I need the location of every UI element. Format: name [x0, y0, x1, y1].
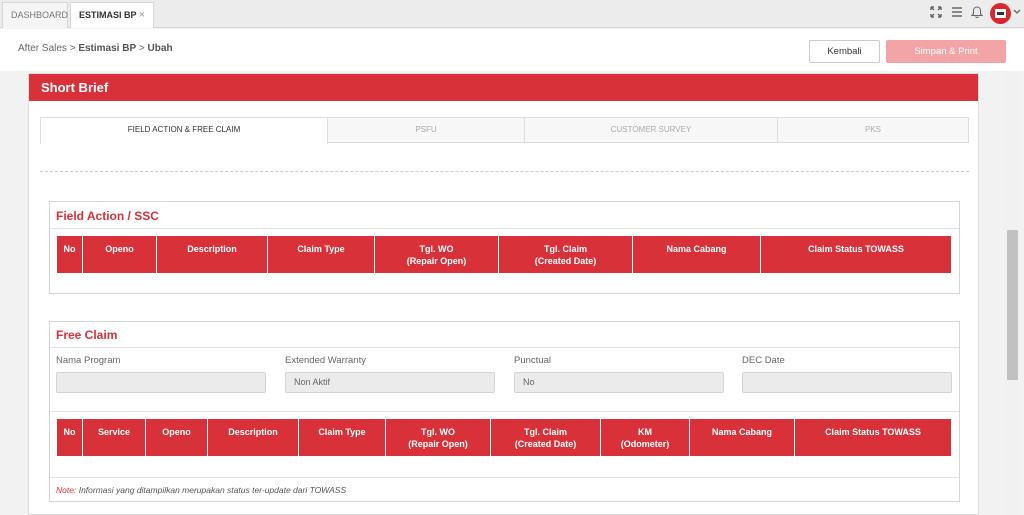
- tab-estimasi-bp-label: ESTIMASI BP: [79, 10, 137, 20]
- col-openo[interactable]: Openo: [145, 418, 208, 457]
- tab-dashboard-label: DASHBOARD: [11, 10, 69, 20]
- tab-underline: [327, 142, 967, 143]
- col-nama-cabang[interactable]: Nama Cabang: [632, 235, 761, 274]
- panel-title: Short Brief: [29, 74, 978, 101]
- col-no[interactable]: No: [56, 235, 83, 274]
- free-claim-title: Free Claim: [56, 328, 118, 342]
- note-label: Note:: [56, 485, 77, 495]
- col-tgl-claim-label: Tgl. Claim: [523, 427, 567, 437]
- nama-program-field[interactable]: [56, 372, 266, 393]
- scrollbar-thumb[interactable]: [1007, 230, 1018, 380]
- tab-field-action-free-claim[interactable]: FIELD ACTION & FREE CLAIM: [40, 117, 328, 144]
- col-description[interactable]: Description: [207, 418, 299, 457]
- section-divider: [50, 347, 959, 348]
- col-tgl-claim-label: Tgl. Claim: [543, 244, 587, 254]
- avatar-icon[interactable]: [990, 3, 1011, 24]
- col-tgl-wo[interactable]: Tgl. WO (Repair Open): [374, 235, 499, 274]
- col-tgl-wo-label: Tgl. WO: [421, 427, 455, 437]
- col-nama-cabang[interactable]: Nama Cabang: [689, 418, 795, 457]
- col-tgl-wo-sub: (Repair Open): [406, 256, 467, 266]
- chevron-down-icon[interactable]: [1013, 7, 1021, 17]
- section-divider: [50, 411, 959, 412]
- inner-tabs: FIELD ACTION & FREE CLAIM PSFU CUSTOMER …: [40, 117, 969, 144]
- col-description[interactable]: Description: [156, 235, 268, 274]
- breadcrumb: After Sales > Estimasi BP > Ubah: [18, 43, 173, 54]
- section-divider: [50, 228, 959, 229]
- towass-note: Note: Informasi yang ditampilkan merupak…: [56, 485, 346, 495]
- breadcrumb-separator: >: [138, 43, 145, 54]
- bell-icon[interactable]: [970, 6, 984, 20]
- col-tgl-claim[interactable]: Tgl. Claim (Created Date): [498, 235, 633, 274]
- section-divider: [50, 477, 959, 478]
- field-action-table-header: No Openo Description Claim Type Tgl. WO (…: [56, 235, 952, 274]
- field-action-title: Field Action / SSC: [56, 209, 159, 223]
- col-tgl-wo-sub: (Repair Open): [408, 439, 468, 449]
- breadcrumb-estimasi-bp[interactable]: Estimasi BP: [78, 43, 136, 54]
- breadcrumb-after-sales[interactable]: After Sales: [18, 43, 67, 54]
- tab-psfu[interactable]: PSFU: [327, 117, 525, 143]
- col-tgl-wo-label: Tgl. WO: [419, 244, 454, 254]
- punctual-label: Punctual: [514, 355, 551, 366]
- note-text: Informasi yang ditampilkan merupakan sta…: [78, 485, 347, 495]
- tab-customer-survey[interactable]: CUSTOMER SURVEY: [524, 117, 778, 143]
- free-claim-table-header: No Service Openo Description Claim Type …: [56, 418, 952, 457]
- save-print-button[interactable]: Simpan & Print: [886, 40, 1006, 63]
- close-icon[interactable]: ×: [139, 3, 145, 27]
- back-button[interactable]: Kembali: [809, 40, 880, 63]
- col-km[interactable]: KM (Odometer): [600, 418, 690, 457]
- page-header: After Sales > Estimasi BP > Ubah Kembali…: [0, 29, 1024, 71]
- tab-estimasi-bp[interactable]: ESTIMASI BP ×: [70, 2, 154, 28]
- tab-dashboard[interactable]: DASHBOARD: [2, 2, 68, 28]
- col-claim-type[interactable]: Claim Type: [298, 418, 386, 457]
- dec-date-field[interactable]: [742, 372, 952, 393]
- col-service[interactable]: Service: [82, 418, 146, 457]
- col-tgl-claim-sub: (Created Date): [514, 439, 577, 449]
- short-brief-panel: Short Brief FIELD ACTION & FREE CLAIM PS…: [28, 73, 979, 515]
- extended-warranty-label: Extended Warranty: [285, 355, 366, 366]
- fullscreen-icon[interactable]: [929, 6, 943, 20]
- field-action-section: Field Action / SSC No Openo Description …: [49, 201, 960, 294]
- nama-program-label: Nama Program: [56, 355, 121, 366]
- breadcrumb-separator: >: [69, 43, 76, 54]
- extended-warranty-field[interactable]: Non Aktif: [285, 372, 495, 393]
- dec-date-label: DEC Date: [742, 355, 785, 366]
- breadcrumb-ubah: Ubah: [147, 43, 173, 54]
- col-km-sub: (Odometer): [620, 439, 670, 449]
- menu-icon[interactable]: [950, 6, 964, 20]
- col-km-label: KM: [638, 427, 652, 437]
- col-claim-type[interactable]: Claim Type: [267, 235, 375, 274]
- free-claim-section: Free Claim Nama Program Extended Warrant…: [49, 321, 960, 502]
- col-tgl-claim[interactable]: Tgl. Claim (Created Date): [490, 418, 601, 457]
- col-openo[interactable]: Openo: [82, 235, 157, 274]
- col-no[interactable]: No: [56, 418, 83, 457]
- col-claim-status-towass[interactable]: Claim Status TOWASS: [760, 235, 952, 274]
- col-tgl-wo[interactable]: Tgl. WO (Repair Open): [385, 418, 491, 457]
- punctual-field[interactable]: No: [514, 372, 724, 393]
- tab-pks[interactable]: PKS: [777, 117, 969, 143]
- col-tgl-claim-sub: (Created Date): [534, 256, 597, 266]
- dashed-separator: [40, 171, 969, 172]
- col-claim-status-towass[interactable]: Claim Status TOWASS: [794, 418, 952, 457]
- top-tab-bar: DASHBOARD ESTIMASI BP ×: [0, 0, 1024, 28]
